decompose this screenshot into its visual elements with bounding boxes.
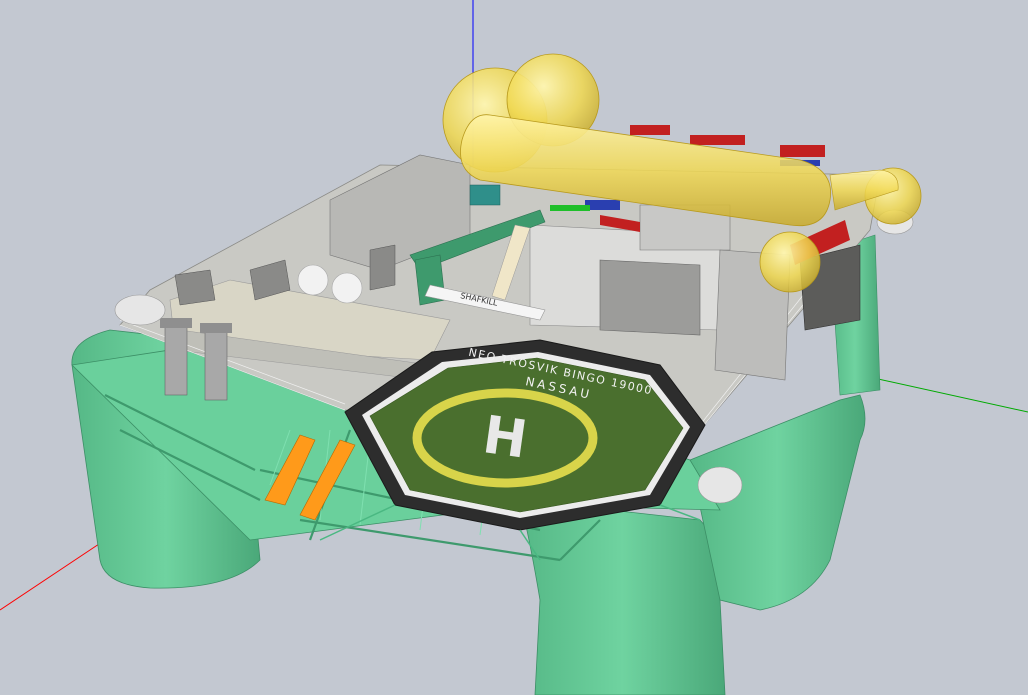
radome-right	[331, 272, 363, 304]
3d-viewport[interactable]: SHAFKILL H NEO TROSVIK BINGO 19000 NASSA…	[0, 0, 1028, 695]
platform-3d-scene[interactable]: SHAFKILL H NEO TROSVIK BINGO 19000 NASSA…	[0, 0, 1028, 695]
helideck-h-marker: H	[479, 405, 530, 470]
radome-left	[297, 264, 329, 296]
y-axis-line	[859, 374, 1028, 413]
x-axis-line	[0, 539, 106, 611]
tank-sphere-4	[759, 231, 821, 293]
